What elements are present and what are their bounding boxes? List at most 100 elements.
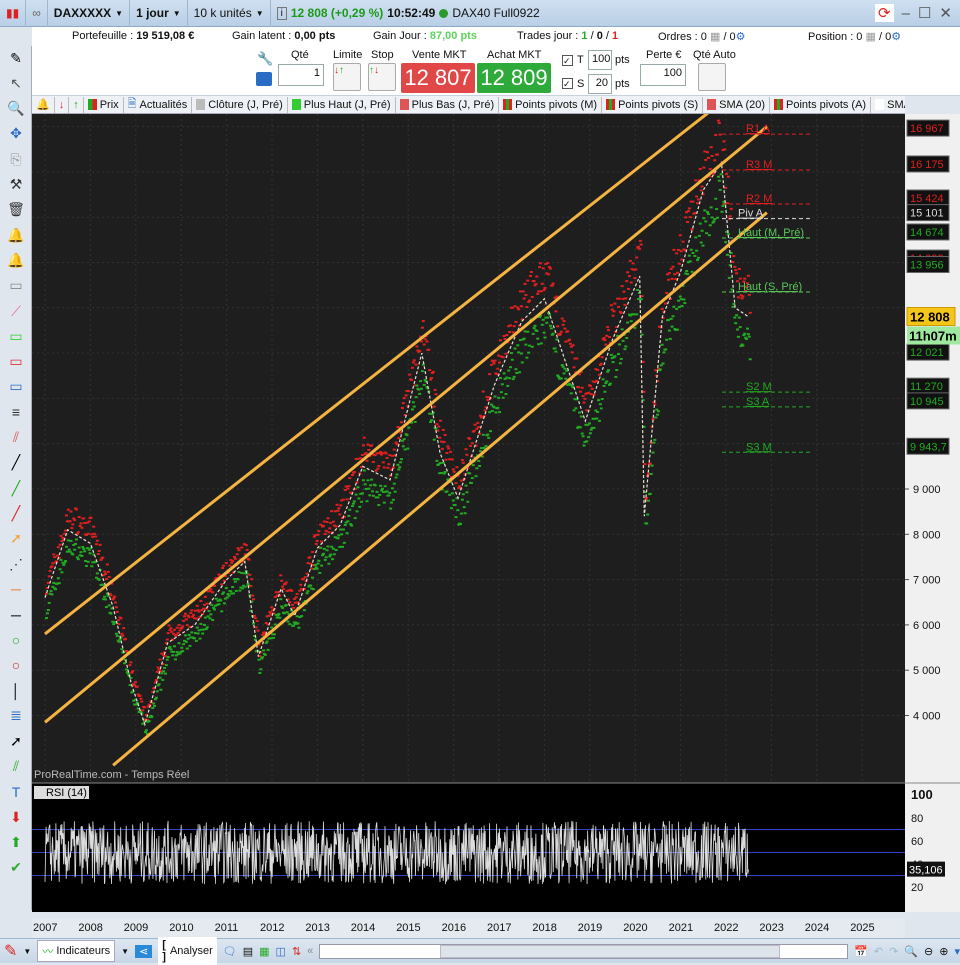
buy-market-button[interactable]: 12 809	[477, 63, 551, 93]
close-button[interactable]: ✕	[939, 4, 952, 22]
text-tool-icon[interactable]: T	[5, 782, 27, 802]
fib-levels-tool-icon[interactable]: ≣	[5, 706, 27, 726]
gear-icon[interactable]: ⚙	[736, 31, 746, 43]
order-book-icon[interactable]: ▦	[259, 945, 269, 958]
quantity-input[interactable]: 1	[278, 64, 324, 86]
redo-icon[interactable]: ↷	[889, 945, 898, 958]
stop-points-input[interactable]: 20	[588, 74, 612, 94]
zoom-tool-icon[interactable]: 🔍	[5, 99, 27, 119]
sell-arrow-tool-icon[interactable]: ⬇	[5, 807, 27, 827]
high-mark	[387, 463, 391, 466]
ruler-tool-icon[interactable]: ▭	[5, 276, 27, 296]
gear-icon[interactable]: ⚙	[891, 31, 901, 43]
calendar-icon[interactable]: 📅	[854, 945, 868, 958]
rectangle-blue-tool-icon[interactable]: ▭	[5, 377, 27, 397]
legend-pivots-a[interactable]: Points pivots (A)	[770, 96, 872, 113]
info-icon[interactable]: i	[276, 6, 287, 20]
pencil-tool-icon[interactable]: ✎	[5, 48, 27, 68]
sell-arrow-icon[interactable]: ↓	[55, 96, 70, 113]
keyboard-icon[interactable]	[256, 72, 272, 86]
copy-tool-icon[interactable]: ⎘	[5, 149, 27, 169]
vertical-tool-icon[interactable]: │	[5, 681, 27, 701]
loss-input[interactable]: 100	[640, 64, 686, 86]
legend-low[interactable]: Plus Bas (J, Pré)	[396, 96, 500, 113]
maximize-button[interactable]: ☐	[918, 4, 931, 22]
settings-down-icon[interactable]: ▾	[954, 945, 960, 958]
pointer-tool-icon[interactable]: ↖	[5, 73, 27, 93]
rectangle-red-tool-icon[interactable]: ▭	[5, 352, 27, 372]
stop-checkbox[interactable]: ✓	[562, 78, 573, 89]
analyser-button[interactable]: [ ] Analyser	[158, 937, 217, 965]
undo-icon[interactable]: ↶	[874, 945, 883, 958]
horizontal-scrollbar[interactable]	[319, 943, 849, 959]
check-tool-icon[interactable]: ✔	[5, 858, 27, 878]
target-points-input[interactable]: 100	[588, 50, 612, 70]
low-mark	[286, 620, 290, 623]
alarm-edit-tool-icon[interactable]: 🔔	[5, 225, 27, 245]
horizontal-orange-tool-icon[interactable]: ─	[5, 579, 27, 599]
zoom-in-icon[interactable]: ⊕	[939, 945, 948, 958]
legend-sma[interactable]: SMA (	[871, 97, 905, 113]
legend-sma20[interactable]: SMA (20)	[703, 96, 771, 113]
sell-market-button[interactable]: 12 807	[401, 63, 475, 93]
period-selector[interactable]: 1 jour ▼	[130, 0, 188, 27]
legend-pivots-s[interactable]: Points pivots (S)	[602, 96, 704, 113]
andrews-tool-icon[interactable]: ⫽	[5, 756, 27, 776]
price-tick-label: 4 000	[913, 711, 941, 723]
chevron-down-icon[interactable]: ▼	[121, 947, 129, 956]
scroll-left-icon[interactable]: «	[307, 945, 313, 957]
high-mark	[165, 638, 169, 641]
trash-tool-icon[interactable]: 🗑	[5, 200, 27, 220]
link-icon[interactable]: ∞	[26, 0, 48, 27]
pencil-icon[interactable]: ✎	[4, 941, 17, 961]
segment-pink-tool-icon[interactable]: ⟋	[5, 301, 27, 321]
low-mark	[168, 645, 172, 648]
compare-icon[interactable]: ◫	[276, 945, 286, 958]
legend-pivots-m[interactable]: Points pivots (M)	[499, 96, 603, 113]
arrow-black-tool-icon[interactable]: ➚	[5, 731, 27, 751]
move-tool-icon[interactable]: ✥	[5, 124, 27, 144]
wrench-icon[interactable]: 🔧	[257, 51, 273, 67]
price-chart[interactable]: 4 000 5 000 6 000 7 000 8 000 9 000 R1 A R3 M R2…	[32, 114, 960, 912]
line-red-tool-icon[interactable]: ╱	[5, 503, 27, 523]
line-green-tool-icon[interactable]: ╱	[5, 478, 27, 498]
fibonacci-tool-icon[interactable]: ≡	[5, 402, 27, 422]
report-icon[interactable]: ▤	[243, 945, 253, 958]
orders-icon[interactable]: ▦	[710, 31, 720, 43]
tools-tool-icon[interactable]: ⚒	[5, 175, 27, 195]
line-black-tool-icon[interactable]: ╱	[5, 453, 27, 473]
target-checkbox[interactable]: ✓	[562, 55, 573, 66]
position-icon[interactable]: ▦	[865, 31, 875, 43]
legend-close[interactable]: Clôture (J, Pré)	[192, 96, 288, 113]
zoom-auto-icon[interactable]: 🔍	[904, 945, 918, 958]
buy-arrow-tool-icon[interactable]: ⬆	[5, 832, 27, 852]
minimize-button[interactable]: –	[902, 5, 910, 22]
trade-icon[interactable]: ⇅	[292, 945, 301, 958]
polyline-tool-icon[interactable]: ⋰	[5, 554, 27, 574]
chevron-down-icon[interactable]: ▼	[23, 947, 31, 956]
symbol-selector[interactable]: DAXXXXX ▼	[48, 0, 131, 27]
stop-order-button[interactable]: ↑↓	[368, 63, 396, 91]
rectangle-green-tool-icon[interactable]: ▭	[5, 326, 27, 346]
horizontal-black-tool-icon[interactable]: ─	[5, 605, 27, 625]
scrollbar-thumb[interactable]	[440, 944, 781, 958]
refresh-icon[interactable]: ⟳	[875, 4, 894, 22]
auto-quantity-button[interactable]	[698, 63, 726, 91]
ray-green-tool-icon[interactable]: ○	[5, 630, 27, 650]
limit-order-button[interactable]: ↓↑	[333, 63, 361, 91]
ray-red-tool-icon[interactable]: ○	[5, 655, 27, 675]
indicators-button[interactable]: 〰 Indicateurs	[37, 940, 116, 962]
legend-price[interactable]: Prix	[84, 96, 124, 113]
arrow-orange-tool-icon[interactable]: ➚	[5, 529, 27, 549]
legend-high[interactable]: Plus Haut (J, Pré)	[288, 96, 396, 113]
share-icon[interactable]: ⋖	[135, 944, 153, 958]
units-selector[interactable]: 10 k unités ▼	[188, 0, 271, 27]
candlestick-icon[interactable]: ▮▮	[0, 0, 27, 27]
alarm-icon[interactable]: 🔔	[32, 96, 55, 113]
comment-icon[interactable]: 🗨	[223, 945, 237, 958]
channel-tool-icon[interactable]: ⫽	[5, 428, 27, 448]
legend-news[interactable]: 🗎 Actualités	[124, 96, 193, 113]
zoom-out-icon[interactable]: ⊖	[924, 945, 933, 958]
alarm-tool-icon[interactable]: 🔔	[5, 250, 27, 270]
buy-arrow-icon[interactable]: ↑	[69, 96, 84, 113]
